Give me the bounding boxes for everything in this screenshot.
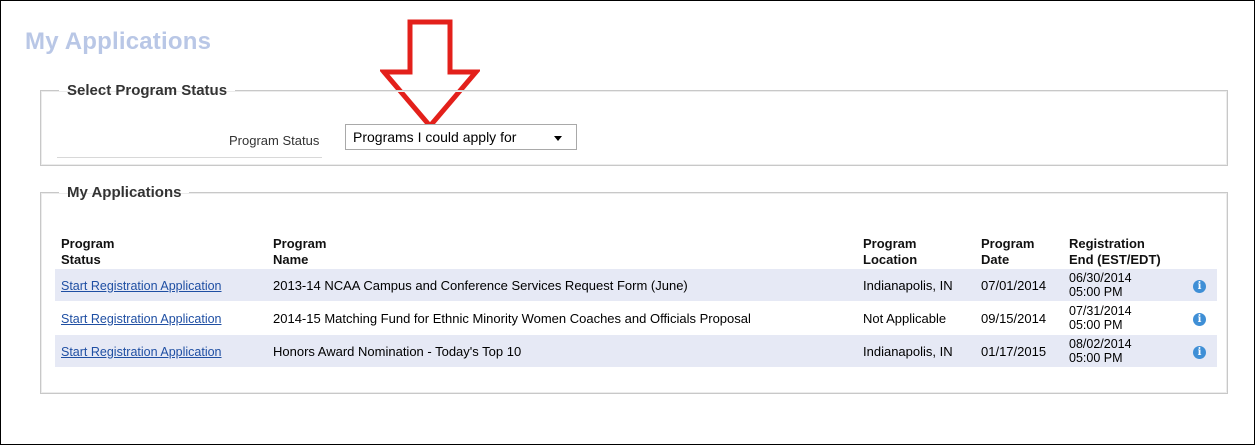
info-cell: i (1187, 269, 1217, 302)
program-status-cell: Start Registration Application (55, 269, 267, 302)
program-status-cell: Start Registration Application (55, 334, 267, 368)
start-registration-link[interactable]: Start Registration Application (61, 312, 222, 326)
program-status-cell: Start Registration Application (55, 301, 267, 335)
column-header-registration-end: Registration End (EST/EDT) (1069, 236, 1161, 267)
my-applications-legend: My Applications (67, 184, 182, 201)
program-status-selected-value: Programs I could apply for (353, 129, 517, 145)
table-row: Start Registration Application 2014-15 M… (55, 301, 1217, 335)
program-name-cell: 2013-14 NCAA Campus and Conference Servi… (267, 269, 857, 302)
status-divider (57, 157, 322, 158)
table-row: Start Registration Application 2013-14 N… (55, 269, 1217, 302)
chevron-down-icon (554, 136, 562, 141)
program-status-label: Program Status (229, 133, 320, 148)
program-location-cell: Indianapolis, IN (857, 334, 975, 368)
page-title: My Applications (25, 28, 212, 55)
column-header-program-name: Program Name (273, 236, 327, 267)
registration-end-cell: 08/02/2014 05:00 PM (1063, 334, 1187, 368)
registration-end-cell: 07/31/2014 05:00 PM (1063, 301, 1187, 335)
column-header-program-date: Program Date (981, 236, 1035, 267)
program-date-cell: 07/01/2014 (975, 269, 1063, 302)
info-cell: i (1187, 334, 1217, 368)
start-registration-link[interactable]: Start Registration Application (61, 345, 222, 359)
column-header-program-location: Program Location (863, 236, 918, 267)
table-row: Start Registration Application Honors Aw… (55, 334, 1217, 368)
program-date-cell: 01/17/2015 (975, 334, 1063, 368)
column-header-info (1187, 234, 1217, 269)
program-name-cell: 2014-15 Matching Fund for Ethnic Minorit… (267, 301, 857, 335)
select-program-status-legend: Select Program Status (67, 82, 228, 99)
select-program-status-panel: Select Program Status Program Status Pro… (40, 82, 1228, 166)
program-location-cell: Indianapolis, IN (857, 269, 975, 302)
program-location-cell: Not Applicable (857, 301, 975, 335)
program-status-select[interactable]: Programs I could apply for (345, 124, 577, 150)
program-name-cell: Honors Award Nomination - Today's Top 10 (267, 334, 857, 368)
info-icon[interactable]: i (1193, 280, 1206, 293)
program-date-cell: 09/15/2014 (975, 301, 1063, 335)
registration-end-cell: 06/30/2014 05:00 PM (1063, 269, 1187, 302)
my-applications-panel: My Applications Program Status Program Nam… (40, 184, 1228, 394)
column-header-program-status: Program Status (61, 236, 115, 267)
start-registration-link[interactable]: Start Registration Application (61, 279, 222, 293)
table-header-row: Program Status Program Name Program Locatio… (55, 234, 1217, 269)
info-cell: i (1187, 301, 1217, 335)
info-icon[interactable]: i (1193, 346, 1206, 359)
info-icon[interactable]: i (1193, 313, 1206, 326)
applications-table: Program Status Program Name Program Locatio… (55, 234, 1217, 368)
